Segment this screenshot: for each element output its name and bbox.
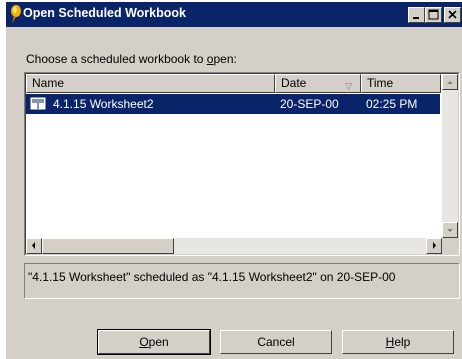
- workbook-prompt: Choose a scheduled workbook to open:: [26, 52, 237, 66]
- list-item[interactable]: 4.1.15 Worksheet2 20-SEP-00 02:25 PM: [26, 94, 440, 114]
- arrow-right-icon: [433, 242, 436, 249]
- row-time: 02:25 PM: [366, 97, 418, 111]
- maximize-button[interactable]: [425, 7, 442, 23]
- status-description: "4.1.15 Worksheet" scheduled as "4.1.15 …: [24, 263, 460, 299]
- close-icon: [448, 10, 457, 19]
- vertical-scrollbar[interactable]: [442, 74, 458, 238]
- workbook-icon: [30, 97, 46, 110]
- sort-descending-icon: ▽: [345, 81, 352, 91]
- app-icon: [11, 5, 21, 23]
- scrollbar-corner: [442, 238, 458, 254]
- scroll-down-button[interactable]: [442, 222, 458, 238]
- arrow-up-icon: [447, 81, 453, 84]
- close-button[interactable]: [444, 7, 461, 23]
- scroll-right-button[interactable]: [426, 238, 442, 254]
- row-name: 4.1.15 Worksheet2: [53, 97, 154, 111]
- column-header-date[interactable]: Date ▽: [275, 74, 361, 93]
- window-title: Open Scheduled Workbook: [23, 6, 186, 20]
- column-header-time[interactable]: Time: [361, 74, 441, 93]
- cancel-button[interactable]: Cancel: [220, 330, 332, 354]
- maximize-icon: [428, 9, 439, 20]
- minimize-icon: [413, 17, 419, 19]
- horizontal-scrollbar[interactable]: [26, 238, 442, 254]
- title-bar[interactable]: Open Scheduled Workbook: [6, 2, 462, 27]
- row-date: 20-SEP-00: [280, 97, 339, 111]
- scroll-up-button[interactable]: [442, 74, 458, 90]
- arrow-down-icon: [447, 229, 453, 232]
- scroll-left-button[interactable]: [26, 238, 42, 254]
- column-header-name[interactable]: Name: [26, 74, 275, 93]
- horizontal-scroll-thumb[interactable]: [42, 238, 174, 254]
- minimize-button[interactable]: [408, 7, 425, 23]
- help-button[interactable]: Help: [342, 330, 454, 354]
- open-button[interactable]: Open: [97, 329, 211, 355]
- open-scheduled-workbook-dialog: Open Scheduled Workbook Choose a schedul…: [6, 2, 462, 359]
- arrow-left-icon: [32, 242, 35, 249]
- workbook-list[interactable]: Name Date ▽ Time 4.1.15 Worksheet2 20-SE…: [24, 72, 460, 256]
